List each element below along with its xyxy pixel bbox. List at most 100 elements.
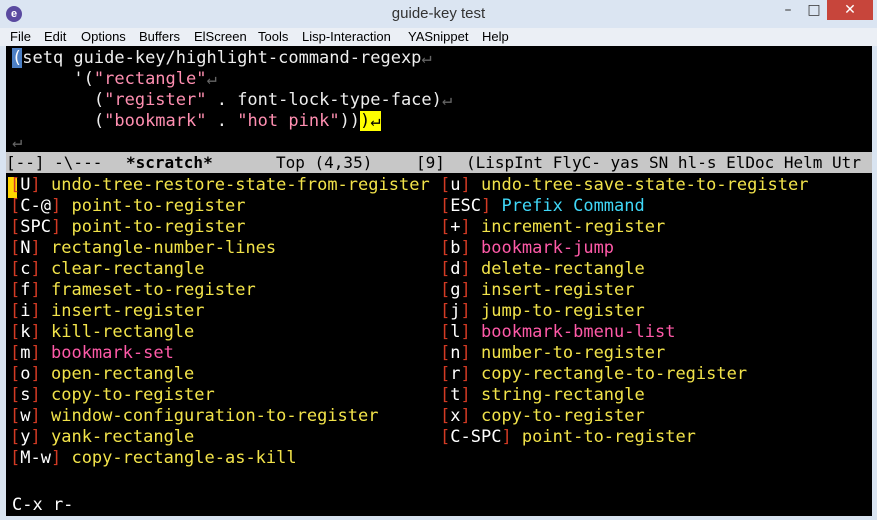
bracket: ] [30,406,51,426]
bracket: [ [10,448,21,468]
guide-key-entry[interactable]: [C-@] point-to-register [10,196,245,217]
bracket: ] [460,280,481,300]
menu-options[interactable]: Options [81,29,126,44]
modeline-buffer-name[interactable]: *scratch* [126,152,213,173]
guide-key-entry[interactable]: [U] undo-tree-restore-state-from-registe… [10,175,430,196]
code-line-5[interactable]: ↵ [12,132,22,153]
bracket: [ [10,280,21,300]
guide-key-entry[interactable]: [n] number-to-register [440,343,665,364]
command-name: point-to-register [521,427,696,447]
guide-key-entry[interactable]: [SPC] point-to-register [10,217,245,238]
guide-key-entry[interactable]: [j] jump-to-register [440,301,645,322]
code-text: '( [12,69,94,89]
menu-buffers[interactable]: Buffers [139,29,180,44]
code-line-3[interactable]: ("register" . font-lock-type-face)↵ [12,90,452,111]
command-name: Prefix Command [501,196,645,216]
code-line-4[interactable]: ("bookmark" . "hot pink")))↵ [12,111,381,132]
menu-bar: File Edit Options Buffers ElScreen Tools… [0,28,877,46]
bracket: [ [440,427,451,447]
guide-key-entry[interactable]: [f] frameset-to-register [10,280,256,301]
command-name: point-to-register [71,196,246,216]
guide-key-entry[interactable]: [y] yank-rectangle [10,427,194,448]
guide-key-entry[interactable]: [d] delete-rectangle [440,259,645,280]
bracket: ] [50,196,72,216]
key-label: d [450,259,461,279]
bracket: ] [30,175,51,195]
bracket: [ [10,406,21,426]
guide-key-entry[interactable]: [r] copy-rectangle-to-register [440,364,747,385]
guide-key-entry[interactable]: [w] window-configuration-to-register [10,406,379,427]
code-line-2[interactable]: '("rectangle"↵ [12,69,216,90]
command-name: copy-rectangle-to-register [480,364,748,384]
guide-key-entry[interactable]: [N] rectangle-number-lines [10,238,276,259]
guide-key-entry[interactable]: [k] kill-rectangle [10,322,194,343]
guide-key-entry[interactable]: [C-SPC] point-to-register [440,427,696,448]
minimize-button[interactable]: – [775,0,801,20]
menu-yasnippet[interactable]: YASnippet [408,29,468,44]
guide-key-entry[interactable]: [i] insert-register [10,301,205,322]
command-name: number-to-register [480,343,666,363]
key-label: w [20,406,31,426]
guide-key-entry[interactable]: [x] copy-to-register [440,406,645,427]
bracket: ] [460,175,481,195]
bracket: ] [460,343,481,363]
guide-key-entry[interactable]: [b] bookmark-jump [440,238,614,259]
guide-key-entry[interactable]: [m] bookmark-set [10,343,174,364]
key-label: C-@ [20,196,51,216]
guide-key-entry[interactable]: [t] string-rectangle [440,385,645,406]
code-line-1[interactable]: (setq guide-key/highlight-command-regexp… [12,48,432,69]
editor-frame[interactable]: (setq guide-key/highlight-command-regexp… [6,46,872,516]
bracket: ] [460,364,481,384]
modeline-modes[interactable]: (LispInt FlyC- yas SN hl-s ElDoc Helm Ut… [466,152,861,173]
guide-key-entry[interactable]: [M-w] copy-rectangle-as-kill [10,448,297,469]
menu-edit[interactable]: Edit [44,29,66,44]
guide-key-entry[interactable]: [u] undo-tree-save-state-to-register [440,175,809,196]
menu-file[interactable]: File [10,29,31,44]
bracket: ] [460,301,481,321]
key-label: U [20,175,31,195]
command-name: copy-to-register [50,385,215,405]
key-label: y [20,427,31,447]
bracket: [ [10,196,21,216]
bracket: [ [440,217,451,237]
key-label: M-w [20,448,51,468]
string-literal: "rectangle" [93,69,207,89]
title-bar: e guide-key test – □ ✕ [0,0,877,29]
key-label: + [450,217,461,237]
key-label: m [20,343,31,363]
command-name: copy-to-register [480,406,645,426]
key-label: k [20,322,31,342]
modeline-position: Top (4,35) [276,153,373,172]
bracket: [ [10,238,21,258]
key-label: n [450,343,461,363]
code-text: )) [339,111,361,131]
guide-key-entry[interactable]: [c] clear-rectangle [10,259,205,280]
newline-mark: ↵ [370,111,381,131]
guide-key-entry[interactable]: [s] copy-to-register [10,385,215,406]
menu-elscreen[interactable]: ElScreen [194,29,247,44]
mode-line: [--] -\--- *scratch* Top (4,35) [9] (Lis… [6,152,872,173]
close-button[interactable]: ✕ [827,0,873,20]
newline-mark: ↵ [441,90,453,110]
bracket: ] [460,217,481,237]
string-literal: "bookmark" [104,111,207,131]
key-label: j [450,301,461,321]
command-name: window-configuration-to-register [50,406,379,426]
bracket: ] [501,427,522,447]
command-name: bookmark-jump [480,238,615,258]
maximize-button[interactable]: □ [801,0,827,20]
guide-key-entry[interactable]: [g] insert-register [440,280,635,301]
bracket: ] [30,322,51,342]
menu-lisp-interaction[interactable]: Lisp-Interaction [302,29,391,44]
bracket: ] [480,196,502,216]
guide-key-entry[interactable]: [+] increment-register [440,217,665,238]
guide-key-entry[interactable]: [ESC] Prefix Command [440,196,645,217]
key-label: u [450,175,461,195]
command-name: undo-tree-restore-state-from-register [50,175,430,195]
guide-key-entry[interactable]: [l] bookmark-bmenu-list [440,322,675,343]
menu-help[interactable]: Help [482,29,509,44]
minibuffer[interactable]: C-x r- [12,495,73,516]
guide-key-entry[interactable]: [o] open-rectangle [10,364,194,385]
key-label: SPC [20,217,51,237]
menu-tools[interactable]: Tools [258,29,288,44]
